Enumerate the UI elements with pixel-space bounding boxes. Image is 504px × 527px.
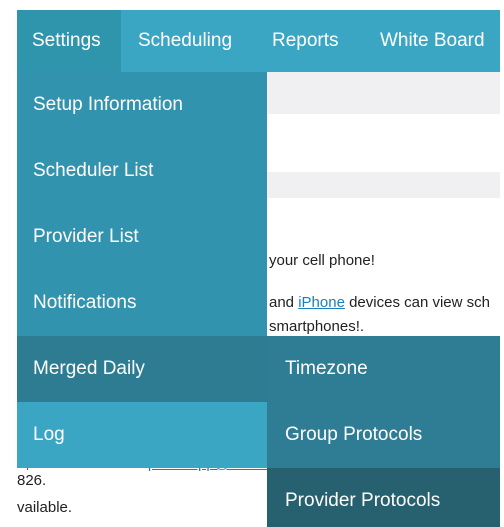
nav-scheduling[interactable]: Scheduling — [138, 10, 232, 72]
menu-item-provider-list[interactable]: Provider List — [17, 204, 267, 270]
top-nav-bar: Settings Scheduling Reports White Board — [17, 10, 500, 72]
menu-item-scheduler-list[interactable]: Scheduler List — [17, 138, 267, 204]
menu-item-notifications[interactable]: Notifications — [17, 270, 267, 336]
nav-settings[interactable]: Settings — [17, 10, 121, 72]
menu-item-log[interactable]: Log — [17, 402, 267, 468]
merged-daily-submenu: Timezone Group Protocols Provider Protoc… — [267, 336, 500, 527]
menu-item-setup-information[interactable]: Setup Information — [17, 72, 267, 138]
iphone-link[interactable]: iPhone — [298, 294, 345, 311]
menu-item-merged-daily[interactable]: Merged Daily — [17, 336, 267, 402]
nav-white-board[interactable]: White Board — [380, 10, 485, 72]
nav-reports[interactable]: Reports — [272, 10, 339, 72]
smartphones-text: smartphones!. — [269, 318, 365, 335]
cell-phone-text: your cell phone! — [269, 252, 375, 269]
settings-dropdown-menu: Setup Information Scheduler List Provide… — [17, 72, 267, 527]
submenu-item-provider-protocols[interactable]: Provider Protocols — [267, 468, 500, 527]
submenu-item-timezone[interactable]: Timezone — [267, 336, 500, 402]
iphone-devices-text: and iPhone devices can view sch — [269, 294, 490, 311]
submenu-item-group-protocols[interactable]: Group Protocols — [267, 402, 500, 468]
window-left-margin — [0, 0, 17, 527]
window-right-margin — [500, 0, 504, 527]
